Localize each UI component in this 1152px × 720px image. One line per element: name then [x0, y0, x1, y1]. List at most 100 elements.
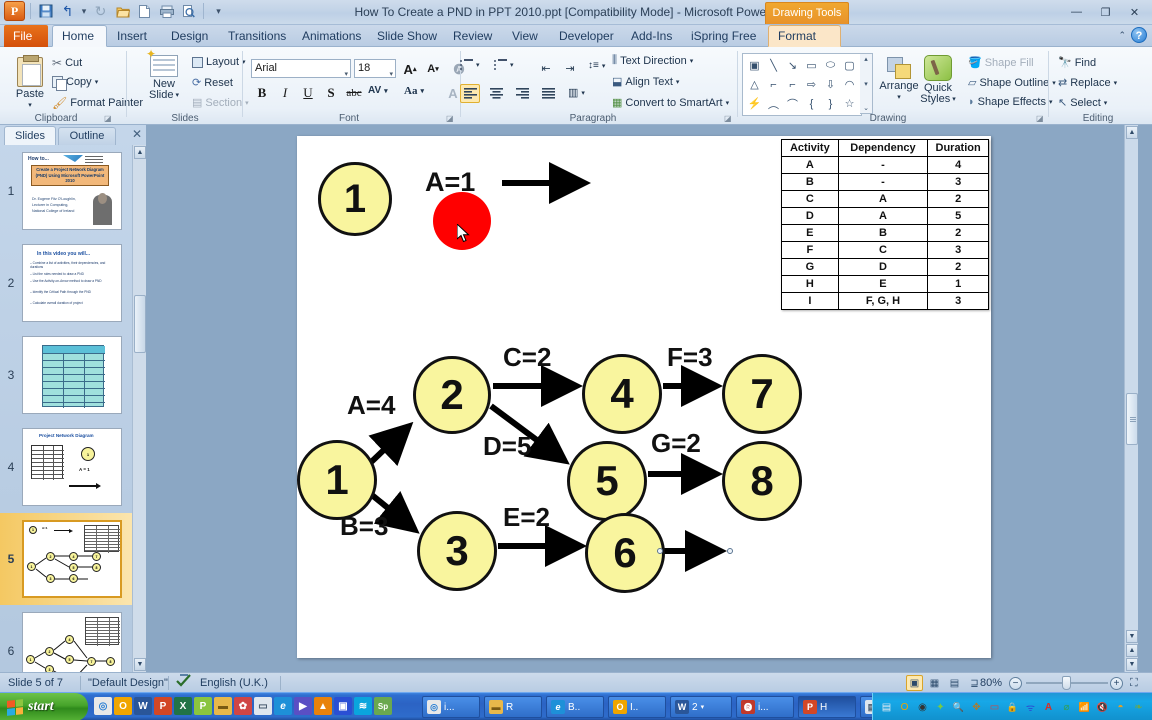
shape-star-icon[interactable]: ☆ [840, 94, 859, 113]
close-panel-icon[interactable]: ✕ [132, 127, 142, 141]
edge-label-f3[interactable]: F=3 [667, 342, 713, 373]
selection-handle-start[interactable] [657, 548, 663, 554]
tab-format[interactable]: Format [768, 25, 841, 47]
save-icon[interactable] [36, 2, 55, 21]
drawing-dialog-launcher[interactable]: ◪ [1036, 114, 1044, 123]
taskbar-button-office[interactable]: O I.. [608, 696, 666, 718]
list-item-selected[interactable]: 5 1 A=1 1 2 3 4 5 6 [0, 513, 132, 605]
shape-fill-button[interactable]: 🪣 Shape Fill [968, 56, 1034, 69]
shape-textbox-icon[interactable]: ▣ [745, 56, 764, 75]
shield-icon[interactable]: ⌀ [1059, 700, 1074, 715]
line-spacing-button[interactable]: ↕≡ ▾ [588, 60, 605, 71]
edge-label-a4[interactable]: A=4 [347, 390, 395, 421]
chevron-down-icon[interactable]: ▾ [384, 87, 388, 95]
quick-styles-button[interactable]: Quick Styles ▾ [914, 55, 962, 105]
shape-down-arrow-icon[interactable]: ⇩ [821, 75, 840, 94]
next-slide-icon[interactable]: ▼ [1126, 658, 1138, 671]
strikethrough-button[interactable]: abc [343, 83, 365, 103]
chevron-down-icon[interactable]: ▾ [581, 89, 585, 97]
spell-check-icon[interactable] [176, 673, 192, 693]
view-normal-button[interactable]: ▣ [906, 675, 923, 691]
taskbar-button-word-group[interactable]: W 2 ▾ [670, 696, 732, 718]
bold-button[interactable]: B [251, 83, 273, 103]
arrange-dropdown-icon[interactable]: ▾ [897, 92, 901, 103]
redo-icon[interactable]: ↻ [91, 2, 110, 21]
chrome-icon[interactable]: ◎ [94, 697, 112, 715]
language-label[interactable]: English (U.K.) [200, 673, 268, 693]
selection-handle-end[interactable] [727, 548, 733, 554]
alert-icon[interactable]: ▲ [314, 697, 332, 715]
mouse-icon[interactable]: ✥ [969, 700, 984, 715]
volume-icon[interactable]: 🔇 [1095, 700, 1110, 715]
new-slide-button[interactable]: New Slide ▾ [138, 55, 190, 101]
scrollbar-thumb[interactable] [1126, 393, 1138, 445]
leaf-icon[interactable]: ❧ [1131, 700, 1146, 715]
section-button[interactable]: ▤ Section ▾ [192, 96, 249, 109]
taskbar-button-browser[interactable]: e B.. [546, 696, 604, 718]
gallery-scroll-up-icon[interactable]: ▴ [864, 55, 868, 63]
office-icon[interactable]: O [114, 697, 132, 715]
clipboard-dialog-launcher[interactable]: ◪ [104, 114, 112, 123]
gallery-scroll-down-icon[interactable]: ▾ [864, 80, 868, 88]
shape-right-arrow-icon[interactable]: ⇨ [802, 75, 821, 94]
powerpoint-icon[interactable]: P [154, 697, 172, 715]
slide-panel-scrollbar[interactable]: ▲ ▼ [132, 145, 146, 672]
numbering-button[interactable]: ▾ [494, 59, 514, 70]
gallery-expand-icon[interactable]: ⌄ [863, 104, 869, 112]
node-8[interactable]: 8 [722, 441, 802, 521]
publisher-icon[interactable]: P [194, 697, 212, 715]
text-direction-button[interactable]: ⫼ Text Direction ▾ [612, 54, 693, 67]
shape-oval-icon[interactable]: ⬭ [821, 56, 840, 75]
wireless-icon[interactable]: 📶 [1077, 700, 1092, 715]
reset-button[interactable]: ⟳ Reset [192, 76, 233, 89]
shape-curve-icon[interactable]: ︵ [764, 94, 783, 113]
paragraph-dialog-launcher[interactable]: ◪ [724, 114, 732, 123]
tab-add-ins[interactable]: Add-Ins [622, 25, 680, 47]
change-case-button[interactable]: Aa ▾ [404, 85, 424, 97]
media-player-icon[interactable]: ▶ [294, 697, 312, 715]
list-item[interactable]: 6 1 2 3 4 5 6 7 8 [0, 605, 132, 672]
folder-icon[interactable]: ▬ [214, 697, 232, 715]
tab-insert[interactable]: Insert [108, 25, 160, 47]
edge-label-c2[interactable]: C=2 [503, 342, 551, 373]
restore-button[interactable]: ❐ [1092, 3, 1119, 21]
shape-freeform-icon[interactable]: ⚡ [745, 94, 764, 113]
tab-home[interactable]: Home [52, 25, 107, 47]
underline-button[interactable]: U [297, 83, 319, 103]
align-center-button[interactable] [486, 84, 506, 103]
shape-line-icon[interactable]: ╲ [764, 56, 783, 75]
tab-outline[interactable]: Outline [58, 127, 116, 145]
tab-slides[interactable]: Slides [4, 126, 56, 145]
minimize-button[interactable]: — [1063, 3, 1090, 21]
shape-rounded-rect-icon[interactable]: ▢ [840, 56, 859, 75]
print-preview-icon[interactable] [179, 2, 198, 21]
paste-dropdown-icon[interactable]: ▾ [28, 100, 32, 111]
office-tray-icon[interactable]: O [897, 700, 912, 715]
minimize-ribbon-icon[interactable]: ⌃ [1118, 30, 1126, 41]
view-slide-sorter-button[interactable]: ▦ [926, 675, 943, 691]
internet-explorer-icon[interactable]: e [274, 697, 292, 715]
tab-design[interactable]: Design [162, 25, 217, 47]
screen-icon[interactable]: ▭ [987, 700, 1002, 715]
justify-button[interactable] [538, 84, 558, 103]
text-shadow-button[interactable]: S [320, 83, 342, 103]
edge-label-a1[interactable]: A=1 [425, 167, 475, 198]
node-5[interactable]: 5 [567, 441, 647, 521]
help-icon[interactable]: ? [1131, 27, 1147, 43]
skype-icon[interactable]: ≋ [354, 697, 372, 715]
select-button[interactable]: ↖ Select ▾ [1058, 96, 1107, 109]
shrink-font-button[interactable]: A▾ [422, 59, 444, 79]
bullets-button[interactable]: ▾ [460, 59, 480, 70]
previous-slide-icon[interactable]: ▲ [1126, 644, 1138, 657]
excel-icon[interactable]: X [174, 697, 192, 715]
list-item[interactable]: 1 How to... Create a Project Network Dia… [0, 145, 132, 237]
scroll-up-icon[interactable]: ▲ [1126, 126, 1138, 139]
search-icon[interactable]: 🔍 [951, 700, 966, 715]
cut-button[interactable]: ✂ Cut [52, 56, 82, 70]
node-7[interactable]: 7 [722, 354, 802, 434]
undo-icon[interactable]: ↰ [58, 2, 77, 21]
edge-label-d5[interactable]: D=5 [483, 431, 531, 462]
notes-pane[interactable] [297, 663, 991, 672]
edge-label-b3[interactable]: B=3 [340, 511, 388, 542]
columns-button[interactable]: ▥ ▾ [568, 86, 585, 99]
